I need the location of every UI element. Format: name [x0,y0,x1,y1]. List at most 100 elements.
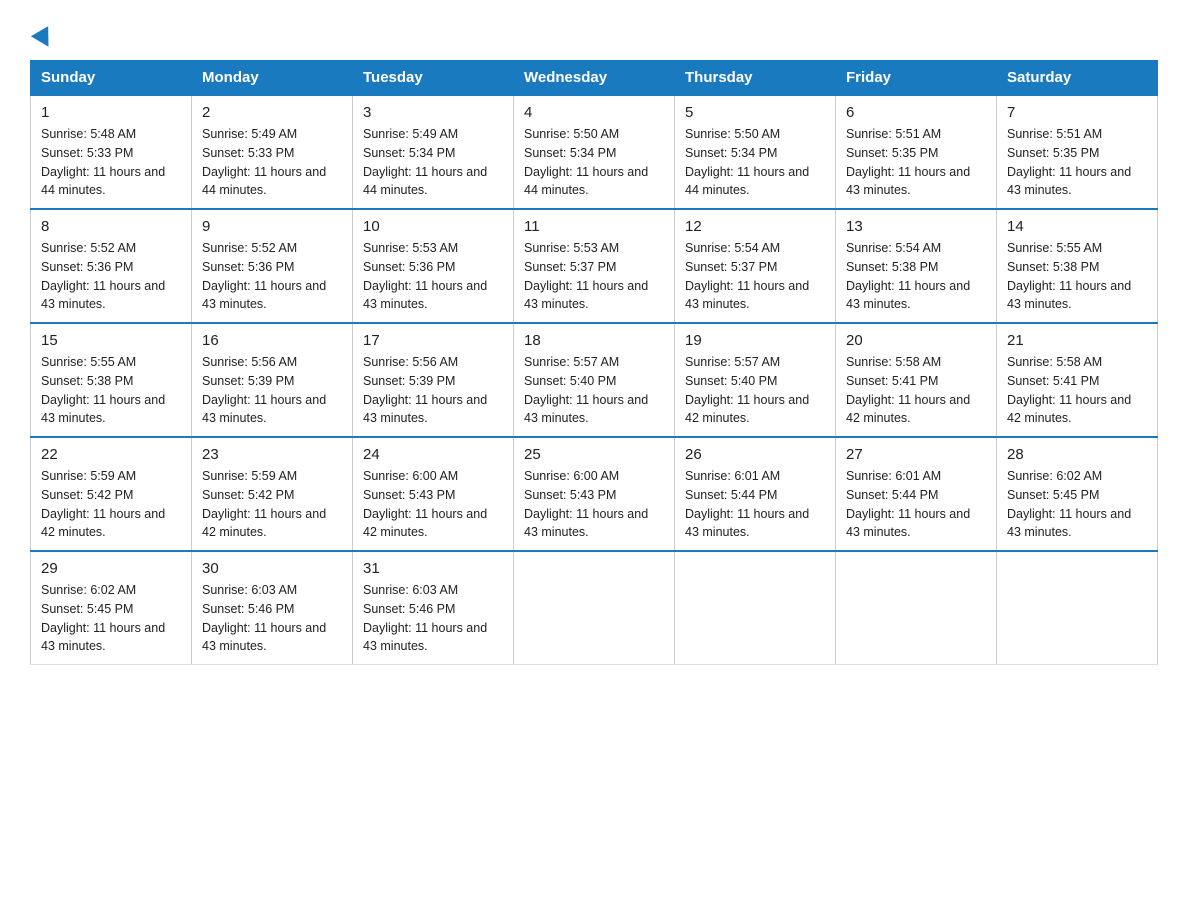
header-thursday: Thursday [675,61,836,96]
calendar-day-cell: 22 Sunrise: 5:59 AMSunset: 5:42 PMDayligh… [31,437,192,551]
calendar-week-row: 22 Sunrise: 5:59 AMSunset: 5:42 PMDayligh… [31,437,1158,551]
calendar-day-cell: 23 Sunrise: 5:59 AMSunset: 5:42 PMDayligh… [192,437,353,551]
calendar-day-cell: 5 Sunrise: 5:50 AMSunset: 5:34 PMDaylight… [675,95,836,209]
day-info: Sunrise: 5:50 AMSunset: 5:34 PMDaylight:… [524,125,664,200]
day-number: 30 [202,560,342,577]
calendar-day-cell: 24 Sunrise: 6:00 AMSunset: 5:43 PMDayligh… [353,437,514,551]
day-info: Sunrise: 6:01 AMSunset: 5:44 PMDaylight:… [685,467,825,542]
logo-blue-text [30,30,54,50]
day-info: Sunrise: 5:57 AMSunset: 5:40 PMDaylight:… [524,353,664,428]
day-info: Sunrise: 5:59 AMSunset: 5:42 PMDaylight:… [41,467,181,542]
header-tuesday: Tuesday [353,61,514,96]
day-info: Sunrise: 6:02 AMSunset: 5:45 PMDaylight:… [1007,467,1147,542]
logo-triangle-icon [31,26,57,52]
day-number: 29 [41,560,181,577]
calendar-day-cell: 17 Sunrise: 5:56 AMSunset: 5:39 PMDayligh… [353,323,514,437]
day-info: Sunrise: 5:51 AMSunset: 5:35 PMDaylight:… [1007,125,1147,200]
day-number: 4 [524,104,664,121]
page-header [30,20,1158,50]
calendar-empty-cell [836,551,997,665]
day-info: Sunrise: 5:49 AMSunset: 5:34 PMDaylight:… [363,125,503,200]
day-info: Sunrise: 6:02 AMSunset: 5:45 PMDaylight:… [41,581,181,656]
day-info: Sunrise: 5:55 AMSunset: 5:38 PMDaylight:… [41,353,181,428]
day-info: Sunrise: 6:03 AMSunset: 5:46 PMDaylight:… [363,581,503,656]
header-saturday: Saturday [997,61,1158,96]
calendar-day-cell: 6 Sunrise: 5:51 AMSunset: 5:35 PMDaylight… [836,95,997,209]
day-number: 6 [846,104,986,121]
calendar-day-cell: 10 Sunrise: 5:53 AMSunset: 5:36 PMDayligh… [353,209,514,323]
calendar-day-cell: 4 Sunrise: 5:50 AMSunset: 5:34 PMDaylight… [514,95,675,209]
calendar-day-cell: 20 Sunrise: 5:58 AMSunset: 5:41 PMDayligh… [836,323,997,437]
day-number: 5 [685,104,825,121]
day-info: Sunrise: 6:01 AMSunset: 5:44 PMDaylight:… [846,467,986,542]
day-info: Sunrise: 5:58 AMSunset: 5:41 PMDaylight:… [846,353,986,428]
day-number: 2 [202,104,342,121]
day-info: Sunrise: 5:48 AMSunset: 5:33 PMDaylight:… [41,125,181,200]
day-info: Sunrise: 5:53 AMSunset: 5:36 PMDaylight:… [363,239,503,314]
day-info: Sunrise: 6:00 AMSunset: 5:43 PMDaylight:… [524,467,664,542]
day-number: 24 [363,446,503,463]
day-number: 26 [685,446,825,463]
calendar-day-cell: 19 Sunrise: 5:57 AMSunset: 5:40 PMDayligh… [675,323,836,437]
day-number: 17 [363,332,503,349]
day-info: Sunrise: 5:57 AMSunset: 5:40 PMDaylight:… [685,353,825,428]
calendar-empty-cell [675,551,836,665]
day-info: Sunrise: 5:53 AMSunset: 5:37 PMDaylight:… [524,239,664,314]
calendar-table: SundayMondayTuesdayWednesdayThursdayFrid… [30,60,1158,665]
calendar-day-cell: 28Sunrise: 6:02 AMSunset: 5:45 PMDayligh… [997,437,1158,551]
calendar-day-cell: 15 Sunrise: 5:55 AMSunset: 5:38 PMDayligh… [31,323,192,437]
day-info: Sunrise: 5:51 AMSunset: 5:35 PMDaylight:… [846,125,986,200]
day-info: Sunrise: 5:52 AMSunset: 5:36 PMDaylight:… [202,239,342,314]
day-info: Sunrise: 5:50 AMSunset: 5:34 PMDaylight:… [685,125,825,200]
day-info: Sunrise: 5:59 AMSunset: 5:42 PMDaylight:… [202,467,342,542]
calendar-day-cell: 30 Sunrise: 6:03 AMSunset: 5:46 PMDayligh… [192,551,353,665]
calendar-header-row: SundayMondayTuesdayWednesdayThursdayFrid… [31,61,1158,96]
calendar-week-row: 8Sunrise: 5:52 AMSunset: 5:36 PMDaylight… [31,209,1158,323]
calendar-empty-cell [514,551,675,665]
day-info: Sunrise: 5:56 AMSunset: 5:39 PMDaylight:… [363,353,503,428]
calendar-day-cell: 11 Sunrise: 5:53 AMSunset: 5:37 PMDayligh… [514,209,675,323]
calendar-day-cell: 3Sunrise: 5:49 AMSunset: 5:34 PMDaylight… [353,95,514,209]
day-info: Sunrise: 5:55 AMSunset: 5:38 PMDaylight:… [1007,239,1147,314]
day-number: 23 [202,446,342,463]
day-number: 14 [1007,218,1147,235]
day-number: 15 [41,332,181,349]
day-number: 21 [1007,332,1147,349]
day-info: Sunrise: 5:54 AMSunset: 5:37 PMDaylight:… [685,239,825,314]
header-friday: Friday [836,61,997,96]
day-number: 11 [524,218,664,235]
day-info: Sunrise: 6:00 AMSunset: 5:43 PMDaylight:… [363,467,503,542]
calendar-day-cell: 31 Sunrise: 6:03 AMSunset: 5:46 PMDayligh… [353,551,514,665]
calendar-day-cell: 21 Sunrise: 5:58 AMSunset: 5:41 PMDayligh… [997,323,1158,437]
day-number: 27 [846,446,986,463]
day-number: 20 [846,332,986,349]
day-number: 7 [1007,104,1147,121]
calendar-day-cell: 2Sunrise: 5:49 AMSunset: 5:33 PMDaylight… [192,95,353,209]
day-number: 31 [363,560,503,577]
calendar-day-cell: 29 Sunrise: 6:02 AMSunset: 5:45 PMDayligh… [31,551,192,665]
calendar-day-cell: 7 Sunrise: 5:51 AMSunset: 5:35 PMDaylight… [997,95,1158,209]
day-info: Sunrise: 5:58 AMSunset: 5:41 PMDaylight:… [1007,353,1147,428]
logo [30,20,54,50]
day-info: Sunrise: 5:56 AMSunset: 5:39 PMDaylight:… [202,353,342,428]
day-info: Sunrise: 6:03 AMSunset: 5:46 PMDaylight:… [202,581,342,656]
day-info: Sunrise: 5:54 AMSunset: 5:38 PMDaylight:… [846,239,986,314]
calendar-day-cell: 1 Sunrise: 5:48 AMSunset: 5:33 PMDaylight… [31,95,192,209]
day-number: 18 [524,332,664,349]
calendar-day-cell: 16 Sunrise: 5:56 AMSunset: 5:39 PMDayligh… [192,323,353,437]
day-number: 10 [363,218,503,235]
day-number: 22 [41,446,181,463]
calendar-day-cell: 13Sunrise: 5:54 AMSunset: 5:38 PMDayligh… [836,209,997,323]
calendar-day-cell: 26 Sunrise: 6:01 AMSunset: 5:44 PMDayligh… [675,437,836,551]
calendar-day-cell: 14 Sunrise: 5:55 AMSunset: 5:38 PMDayligh… [997,209,1158,323]
calendar-week-row: 29 Sunrise: 6:02 AMSunset: 5:45 PMDayligh… [31,551,1158,665]
day-number: 19 [685,332,825,349]
header-wednesday: Wednesday [514,61,675,96]
day-info: Sunrise: 5:52 AMSunset: 5:36 PMDaylight:… [41,239,181,314]
calendar-day-cell: 8Sunrise: 5:52 AMSunset: 5:36 PMDaylight… [31,209,192,323]
day-number: 25 [524,446,664,463]
day-number: 1 [41,104,181,121]
calendar-empty-cell [997,551,1158,665]
day-number: 16 [202,332,342,349]
calendar-day-cell: 12Sunrise: 5:54 AMSunset: 5:37 PMDayligh… [675,209,836,323]
